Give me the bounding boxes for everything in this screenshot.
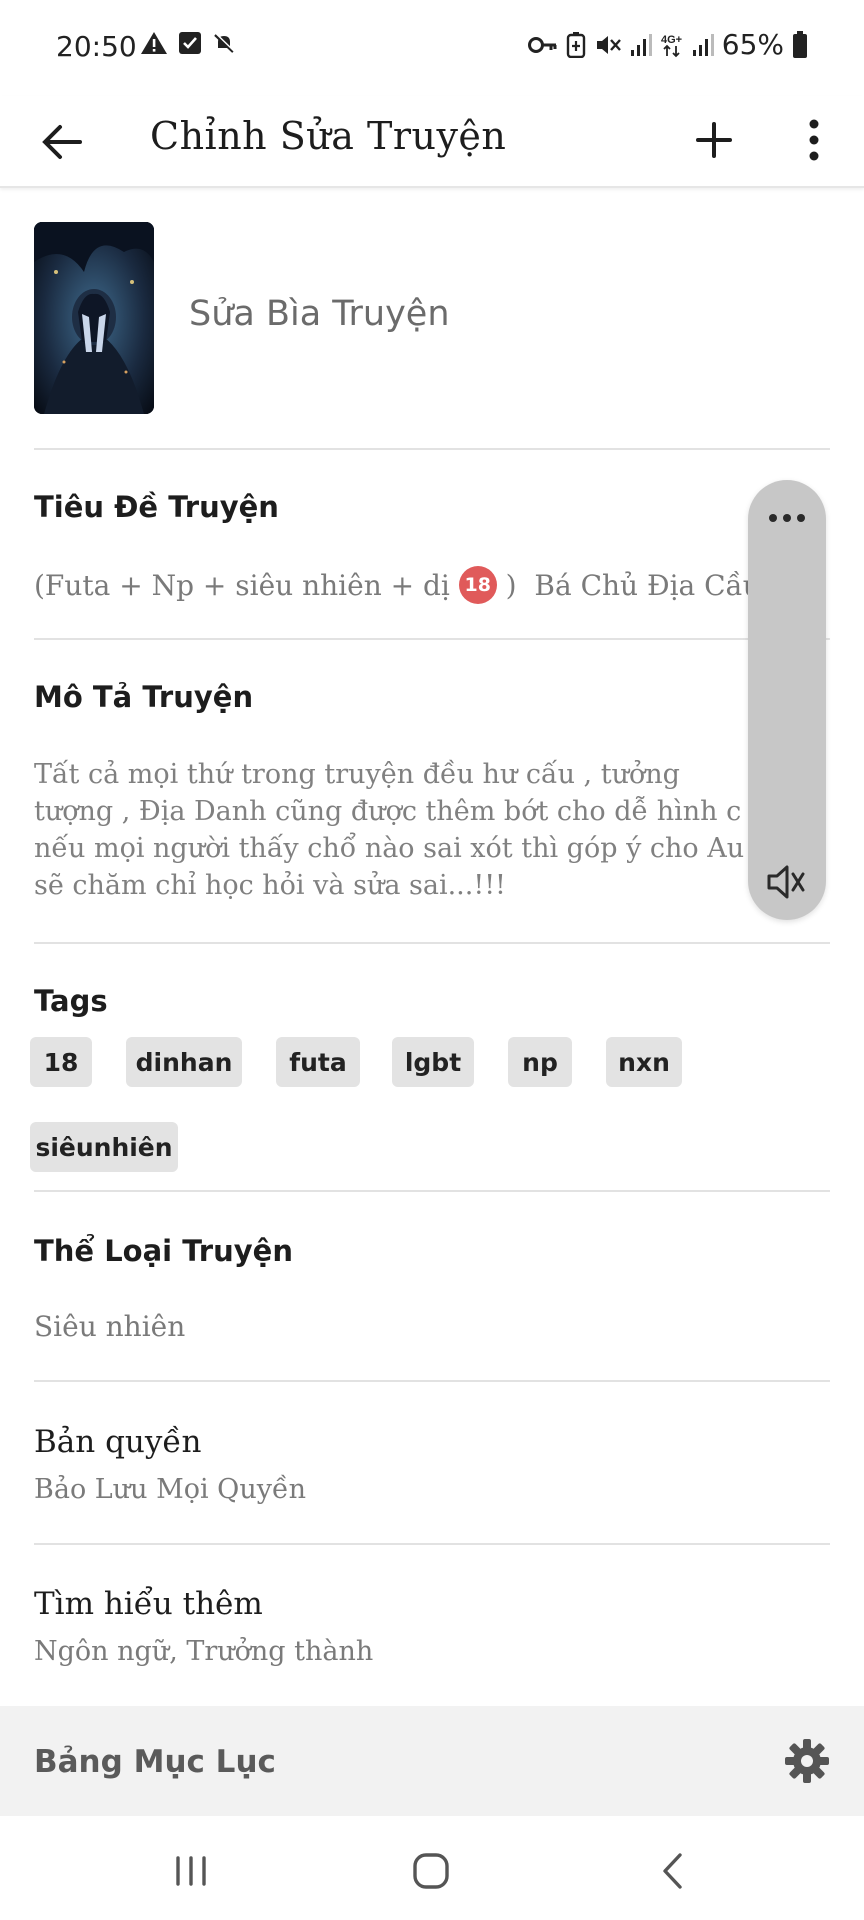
tags-label: Tags (34, 984, 108, 1018)
genre-label: Thể Loại Truyện (34, 1234, 293, 1268)
status-right-icons: 4G+ 65% (527, 28, 808, 61)
learn-more-value: Ngôn ngữ, Trưởng thành (34, 1636, 374, 1667)
story-title-text-end: ) Bá Chủ Địa Cầu . (496, 568, 779, 602)
story-title-field[interactable]: (Futa + Np + siêu nhiên + dị 18 ) Bá Chủ… (34, 566, 779, 604)
app-bar: Chỉnh Sửa Truyện (0, 96, 864, 188)
description-line: Tất cả mọi thứ trong truyện đều hư cấu ,… (34, 759, 680, 790)
copyright-value: Bảo Lưu Mọi Quyền (34, 1474, 306, 1505)
table-of-contents-bar[interactable]: Bảng Mục Lục (0, 1706, 864, 1816)
status-left-icons (140, 30, 236, 56)
description-field[interactable]: Tất cả mọi thứ trong truyện đều hư cấu ,… (34, 756, 754, 906)
description-line: sẽ chăm chỉ học hỏi và sửa sai...!!! (34, 870, 506, 901)
page-title: Chỉnh Sửa Truyện (150, 114, 507, 158)
signal-icon (630, 33, 652, 56)
cover-artwork (34, 222, 154, 414)
home-icon[interactable] (406, 1846, 456, 1896)
tag-chip[interactable]: 18 (30, 1037, 92, 1087)
volume-mute-icon[interactable] (765, 860, 809, 904)
svg-text:4G+: 4G+ (661, 34, 682, 46)
tag-chip[interactable]: nxn (606, 1037, 682, 1087)
key-icon (527, 36, 557, 53)
genre-value[interactable]: Siêu nhiên (34, 1310, 185, 1343)
status-bar: 20:50 4G+ 65% (0, 0, 864, 96)
story-title-label: Tiêu Đề Truyện (34, 490, 279, 524)
description-line: tượng , Địa Danh cũng được thêm bớt cho … (34, 796, 742, 827)
more-horiz-icon[interactable] (765, 506, 809, 530)
age-18-badge-text: 18 (464, 574, 491, 596)
mute-bell-icon (214, 33, 235, 53)
copyright-label[interactable]: Bản quyền (34, 1424, 201, 1460)
more-vert-icon[interactable] (796, 114, 832, 166)
divider (34, 1190, 830, 1192)
tag-chip[interactable]: dinhan (126, 1037, 242, 1087)
tag-chip[interactable]: np (508, 1037, 572, 1087)
divider (34, 638, 830, 640)
signal-icon-2 (692, 33, 714, 56)
divider (34, 1543, 830, 1545)
story-title-text-start: (Futa + Np + siêu nhiên + dị (34, 568, 459, 602)
table-of-contents-label: Bảng Mục Lục (34, 1744, 276, 1780)
description-label: Mô Tả Truyện (34, 680, 254, 714)
age-18-badge: 18 (458, 566, 497, 604)
divider (34, 448, 830, 450)
battery-percent: 65% (721, 28, 784, 61)
battery-icon (793, 30, 807, 58)
warning-icon (141, 32, 167, 54)
tag-chip[interactable]: siêunhiên (30, 1122, 178, 1172)
edit-cover-label[interactable]: Sửa Bìa Truyện (189, 294, 450, 334)
gear-icon[interactable] (784, 1738, 830, 1784)
checkbox-icon (179, 32, 201, 54)
status-time: 20:50 (56, 30, 137, 63)
4g-icon: 4G+ (661, 34, 682, 57)
edit-cover-row[interactable]: Sửa Bìa Truyện (34, 222, 830, 418)
system-navigation-bar (0, 1816, 864, 1920)
recent-apps-icon[interactable] (166, 1846, 216, 1896)
cover-image[interactable] (34, 222, 154, 414)
plus-icon[interactable] (688, 114, 740, 166)
floating-media-panel[interactable] (748, 480, 826, 920)
system-back-icon[interactable] (648, 1846, 698, 1896)
tag-chip[interactable]: futa (276, 1037, 360, 1087)
tag-chip[interactable]: lgbt (392, 1037, 474, 1087)
learn-more-label[interactable]: Tìm hiểu thêm (34, 1586, 263, 1622)
divider (34, 1380, 830, 1382)
battery-saver-icon (566, 31, 585, 58)
description-line: nếu mọi người thấy chổ nào sai xót thì g… (34, 833, 745, 864)
vibrate-mute-icon (596, 35, 621, 54)
back-arrow-icon[interactable] (36, 116, 88, 168)
divider (34, 942, 830, 944)
